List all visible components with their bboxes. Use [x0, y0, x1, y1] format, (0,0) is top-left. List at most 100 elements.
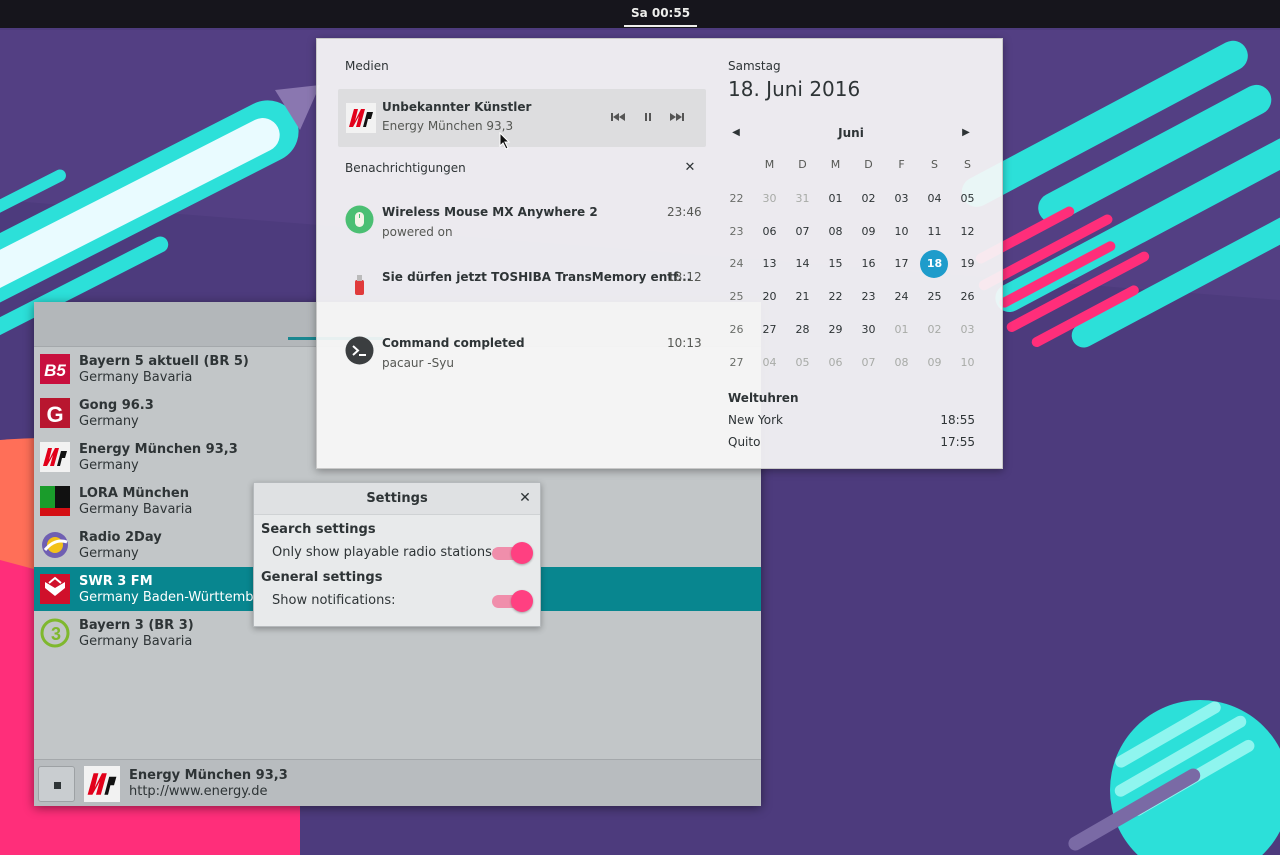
next-month-icon[interactable]: ▶ — [959, 127, 973, 141]
station-name: Radio 2Day — [79, 530, 162, 545]
general-settings-heading: General settings — [261, 570, 383, 585]
station-name: Bayern 5 aktuell (BR 5) — [79, 354, 249, 369]
notification-item[interactable]: Command completed pacaur -Syu 10:13 — [338, 330, 706, 386]
show-notifications-toggle[interactable] — [492, 590, 533, 612]
clear-notifications-icon[interactable]: ✕ — [683, 160, 697, 176]
calendar-date: 18. Juni 2016 — [728, 77, 861, 101]
stop-button[interactable] — [38, 766, 75, 802]
calendar-day[interactable]: 01 — [819, 183, 852, 215]
calendar-day[interactable]: 15 — [819, 248, 852, 280]
mouse-pointer-icon — [499, 132, 511, 150]
notification-item[interactable]: Sie dürfen jetzt TOSHIBA TransMemory ent… — [338, 264, 706, 320]
calendar-day[interactable]: 09 — [918, 347, 951, 379]
world-clock-city: Quito — [728, 435, 761, 449]
calendar-day[interactable]: 08 — [819, 216, 852, 248]
media-player[interactable]: Unbekannter Künstler Energy München 93,3 — [338, 89, 706, 147]
calendar-day-header: S — [964, 158, 971, 171]
calendar-day[interactable]: 02 — [852, 183, 885, 215]
calendar-day[interactable]: 28 — [786, 314, 819, 346]
calendar-day[interactable]: 25 — [918, 281, 951, 313]
search-settings-heading: Search settings — [261, 522, 376, 537]
show-notifications-label: Show notifications: — [272, 593, 396, 608]
media-section-title: Medien — [345, 59, 389, 73]
calendar-day[interactable]: 06 — [819, 347, 852, 379]
world-clock-row[interactable]: Quito 17:55 — [728, 435, 975, 453]
top-bar-clock[interactable]: Sa 00:55 — [624, 0, 697, 28]
world-clock-city: New York — [728, 413, 783, 427]
calendar-week-number: 27 — [729, 355, 744, 369]
energy-logo-icon — [346, 103, 376, 133]
skip-back-icon[interactable] — [609, 108, 627, 126]
energy-logo-icon — [40, 442, 70, 472]
calendar-day[interactable]: 09 — [852, 216, 885, 248]
calendar-day[interactable]: 21 — [786, 281, 819, 313]
calendar-weekday: Samstag — [728, 59, 781, 73]
calendar-day[interactable]: 07 — [786, 216, 819, 248]
calendar-day-header: D — [864, 158, 873, 171]
swr3-logo-icon — [40, 574, 70, 604]
world-clock-time: 18:55 — [940, 413, 975, 427]
calendar-day[interactable]: 19 — [951, 248, 984, 280]
calendar-day[interactable]: 26 — [951, 281, 984, 313]
calendar-day[interactable]: 05 — [786, 347, 819, 379]
notification-title: Command completed — [382, 336, 525, 350]
calendar-day[interactable]: 31 — [786, 183, 819, 215]
close-icon[interactable]: ✕ — [517, 490, 533, 506]
calendar-day-header: D — [798, 158, 807, 171]
svg-text:3: 3 — [51, 624, 61, 644]
calendar-day[interactable]: 20 — [753, 281, 786, 313]
calendar-day[interactable]: 04 — [753, 347, 786, 379]
calendar-day[interactable]: 30 — [753, 183, 786, 215]
skip-forward-icon[interactable] — [668, 108, 686, 126]
station-region: Germany — [79, 414, 139, 429]
calendar-day[interactable]: 05 — [951, 183, 984, 215]
energy-logo-icon — [84, 766, 120, 802]
calendar-day[interactable]: 03 — [885, 183, 918, 215]
notifications-section-title: Benachrichtigungen — [345, 161, 466, 175]
calendar-day[interactable]: 13 — [753, 248, 786, 280]
notification-title: Wireless Mouse MX Anywhere 2 — [382, 205, 598, 219]
calendar-day[interactable]: 06 — [753, 216, 786, 248]
calendar-day[interactable]: 27 — [753, 314, 786, 346]
calendar-day-today[interactable]: 18 — [918, 248, 951, 280]
notification-title: Sie dürfen jetzt TOSHIBA TransMemory ent… — [382, 270, 692, 284]
world-clocks-title: Weltuhren — [728, 391, 799, 405]
previous-month-icon[interactable]: ◀ — [729, 127, 743, 141]
calendar-day[interactable]: 24 — [885, 281, 918, 313]
calendar-day-header: M — [830, 158, 841, 171]
calendar-day[interactable]: 10 — [885, 216, 918, 248]
calendar-day[interactable]: 02 — [918, 314, 951, 346]
calendar-day[interactable]: 16 — [852, 248, 885, 280]
calendar-week-number: 22 — [729, 192, 744, 205]
calendar-day[interactable]: 30 — [852, 314, 885, 346]
calendar-day[interactable]: 03 — [951, 314, 984, 346]
calendar-day-header: F — [898, 158, 905, 171]
top-bar: Sa 00:55 — [0, 0, 1280, 28]
calendar-day[interactable]: 23 — [852, 281, 885, 313]
settings-dialog: Settings ✕ Search settings Only show pla… — [253, 482, 541, 627]
terminal-icon — [345, 336, 374, 365]
calendar-day[interactable]: 10 — [951, 347, 984, 379]
calendar-day[interactable]: 01 — [885, 314, 918, 346]
svg-text:G: G — [46, 402, 63, 427]
bayern3-logo-icon: 3 — [40, 618, 70, 648]
playable-stations-toggle[interactable] — [492, 542, 533, 564]
calendar-day[interactable]: 08 — [885, 347, 918, 379]
calendar-day[interactable]: 07 — [852, 347, 885, 379]
calendar-day[interactable]: 12 — [951, 216, 984, 248]
clock-active-indicator — [624, 25, 697, 27]
notification-item[interactable]: Wireless Mouse MX Anywhere 2 powered on … — [338, 199, 706, 255]
settings-titlebar: Settings ✕ — [254, 483, 540, 515]
stop-icon — [54, 782, 61, 789]
pause-icon[interactable] — [639, 108, 657, 126]
calendar-day[interactable]: 14 — [786, 248, 819, 280]
world-clock-row[interactable]: New York 18:55 — [728, 413, 975, 431]
calendar-day[interactable]: 22 — [819, 281, 852, 313]
calendar-day[interactable]: 11 — [918, 216, 951, 248]
calendar-day[interactable]: 17 — [885, 248, 918, 280]
calendar-day[interactable]: 29 — [819, 314, 852, 346]
calendar-day[interactable]: 04 — [918, 183, 951, 215]
calendar-week-number: 25 — [729, 290, 744, 304]
station-region: Germany Bavaria — [79, 634, 193, 649]
media-artist: Unbekannter Künstler — [382, 100, 532, 114]
